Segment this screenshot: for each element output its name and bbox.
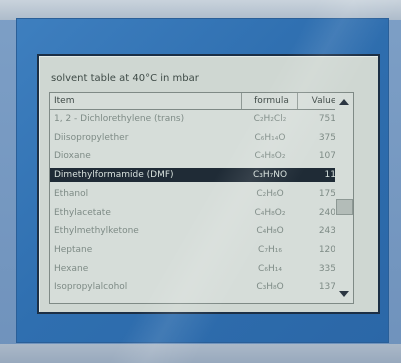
cell-item: Hexane — [54, 263, 89, 274]
table-row[interactable]: Dimethylformamide (DMF) C₃H₇NO 11 — [50, 168, 346, 183]
cell-item: Dioxane — [54, 151, 91, 162]
table-row[interactable]: Isopropylalcohol C₃H₈O 137 — [50, 280, 346, 294]
cell-formula: C₄H₈O — [256, 226, 284, 237]
cell-formula: C₂H₂Cl₂ — [253, 114, 287, 124]
cell-formula: C₆H₁₄O — [254, 132, 286, 143]
column-header-formula[interactable]: formula — [242, 93, 298, 109]
table-title: solvent table at 40°C in mbar — [51, 73, 199, 84]
solvent-table: Item formula Value 1, 2 - Dichlorethylen… — [49, 92, 347, 304]
column-header-item[interactable]: Item — [50, 93, 242, 109]
table-row[interactable]: Ethylmethylketone C₄H₈O 243 — [50, 224, 346, 238]
table-row[interactable]: 1, 2 - Dichlorethylene (trans) C₂H₂Cl₂ 751 — [50, 112, 346, 126]
cell-formula: C₃H₇NO — [252, 170, 288, 181]
table-row[interactable]: Ethylacetate C₄H₈O₂ 240 — [50, 206, 346, 220]
lcd-screen: solvent table at 40°C in mbar Item formu… — [37, 54, 380, 314]
cell-item: Diisopropylether — [54, 132, 129, 143]
cell-formula: C₆H₁₄ — [258, 263, 282, 274]
photo-background-bottom — [0, 344, 401, 363]
cell-formula: C₄H₈O₂ — [254, 207, 286, 218]
table-row[interactable]: Heptane C₇H₁₆ 120 — [50, 243, 346, 257]
vertical-scrollbar[interactable] — [335, 92, 354, 304]
table-header: Item formula Value — [50, 93, 346, 110]
cell-item: Ethylacetate — [54, 207, 111, 218]
scroll-down-arrow-icon[interactable] — [337, 287, 351, 301]
cell-item: Ethylmethylketone — [54, 226, 139, 237]
cell-item: Dimethylformamide (DMF) — [54, 170, 174, 181]
cell-item: Ethanol — [54, 188, 89, 199]
scroll-up-arrow-icon[interactable] — [337, 95, 351, 109]
table-row[interactable]: Diisopropylether C₆H₁₄O 375 — [50, 131, 346, 145]
table-row[interactable]: Hexane C₆H₁₄ 335 — [50, 262, 346, 276]
cell-formula: C₄H₈O₂ — [254, 151, 286, 162]
cell-formula: C₇H₁₆ — [258, 244, 282, 255]
photo-background-top — [0, 0, 401, 20]
scrollbar-thumb[interactable] — [336, 199, 353, 215]
cell-formula: C₂H₆O — [256, 188, 284, 199]
cell-formula: C₃H₈O — [256, 282, 284, 293]
table-row[interactable]: Dioxane C₄H₈O₂ 107 — [50, 149, 346, 163]
cell-item: Heptane — [54, 244, 93, 255]
cell-item: Isopropylalcohol — [54, 282, 128, 293]
cell-item: 1, 2 - Dichlorethylene (trans) — [54, 114, 185, 124]
table-row[interactable]: Ethanol C₂H₆O 175 — [50, 187, 346, 201]
